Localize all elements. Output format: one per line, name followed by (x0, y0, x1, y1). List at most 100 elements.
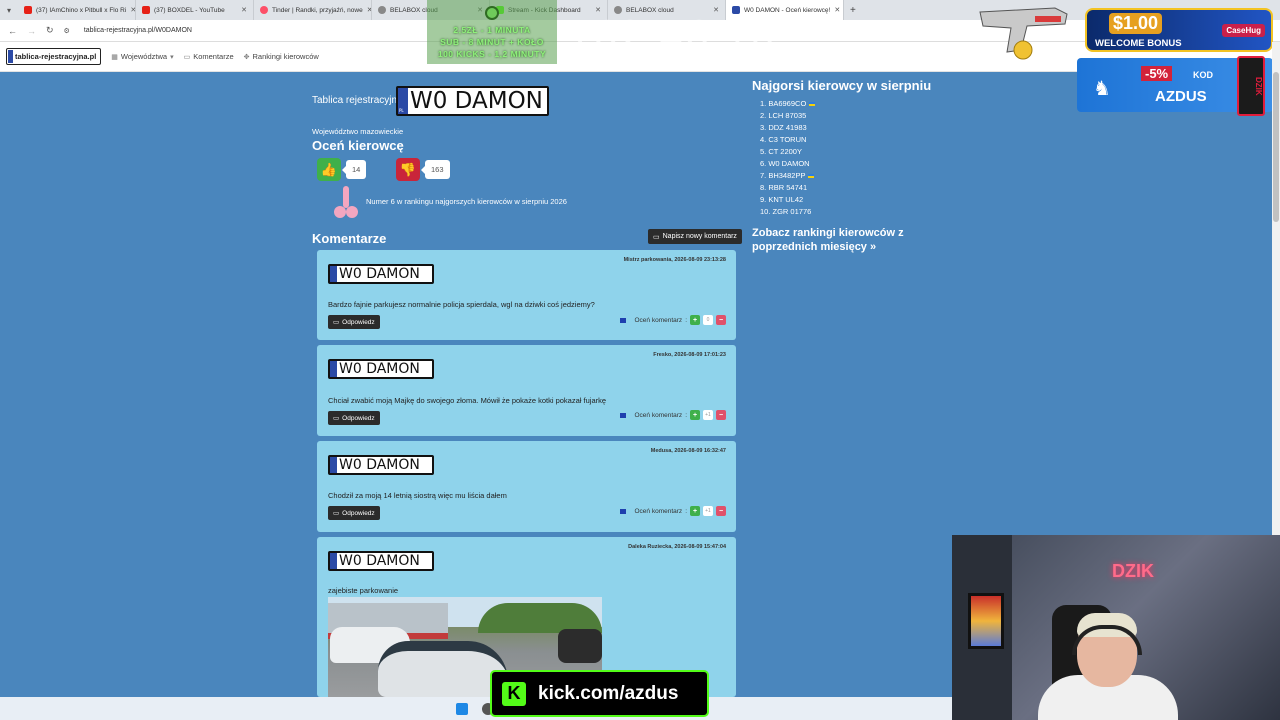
driver-label: 7. BH3482PP (760, 171, 806, 180)
upvote-button[interactable]: + (690, 410, 700, 420)
windows-start-icon[interactable] (456, 702, 468, 715)
reply-icon: ▭ (333, 510, 340, 517)
thumbs-up-button[interactable]: 👍 (317, 158, 341, 181)
plate-text: W0 DAMON (339, 553, 420, 569)
youtube-icon (142, 6, 150, 14)
welcome-bonus-banner[interactable]: $1.00 WELCOME BONUS CaseHug (1085, 8, 1273, 52)
upvote-button[interactable]: + (690, 315, 700, 325)
reply-button[interactable]: ▭ Odpowiedz (328, 411, 380, 425)
close-tab-icon[interactable]: ✕ (713, 6, 719, 14)
reply-icon: ▭ (333, 319, 340, 326)
rank-text: Numer 6 w rankingu najgorszych kierowców… (366, 197, 567, 206)
reload-icon[interactable]: ↻ (46, 25, 54, 36)
new-comment-label: Napisz nowy komentarz (662, 233, 737, 240)
bonus-amount: $1.00 (1109, 13, 1163, 34)
pl-badge: PL (399, 108, 404, 113)
list-item[interactable]: 3. DDZ 41983 (760, 122, 815, 134)
new-tab-icon[interactable]: + (844, 5, 862, 16)
reply-button[interactable]: ▭ Odpowiedz (328, 315, 380, 329)
plate-label: Tablica rejestracyjna (312, 95, 403, 106)
nav-label: Województwa (120, 52, 168, 61)
new-comment-button[interactable]: ▭ Napisz nowy komentarz (648, 229, 742, 244)
reply-icon: ▭ (333, 415, 340, 422)
browser-tab[interactable]: Tinder | Randki, przyjaźń, nowe ✕ (254, 0, 372, 20)
browser-tab[interactable]: (37) BOXDEL - YouTube ✕ (136, 0, 254, 20)
report-flag-icon[interactable] (619, 317, 626, 323)
downvote-button[interactable]: − (716, 506, 726, 516)
tab-search-icon[interactable]: ▾ (0, 6, 18, 15)
ranking-icon: ✥ (243, 53, 250, 61)
nav-comments[interactable]: ▭ Komentarze (184, 52, 234, 61)
site-logo[interactable]: tablica-rejestracyjna.pl (6, 48, 102, 65)
list-item[interactable]: 8. RBR 54741 (760, 182, 815, 194)
list-item[interactable]: 7. BH3482PP (760, 170, 815, 182)
nav-voivodeships[interactable]: ▦ Województwa ▾ (111, 52, 173, 61)
comment-plate: W0 DAMON (328, 551, 434, 571)
comment-rating: Oceń komentarz: + +1 − (619, 506, 726, 516)
plate-text: W0 DAMON (410, 88, 543, 114)
list-item[interactable]: 6. W0 DAMON (760, 158, 815, 170)
browser-tab[interactable]: (37) IAmChino x Pitbull x Flo Ri ✕ (18, 0, 136, 20)
list-item[interactable]: 4. C3 TORUN (760, 134, 815, 146)
forward-icon[interactable]: → (27, 26, 36, 36)
reply-button[interactable]: ▭ Odpowiedz (328, 506, 380, 520)
close-tab-icon[interactable]: ✕ (241, 6, 247, 14)
voivodeship: Województwo mazowieckie (312, 127, 404, 136)
site-favicon-icon (732, 6, 740, 14)
comment-card: Medusa, 2026-08-09 16:32:47 W0 DAMON Cho… (317, 441, 736, 532)
reply-label: Odpowiedz (342, 318, 375, 326)
close-tab-icon[interactable]: ✕ (595, 6, 601, 14)
list-item[interactable]: 10. ZGR 01776 (760, 206, 815, 218)
tab-title: (37) IAmChino x Pitbull x Flo Ri (36, 6, 127, 14)
driver-label: 6. W0 DAMON (760, 159, 810, 168)
promo-code-banner[interactable]: ♞ -5% KOD AZDUS DZIK (1077, 56, 1273, 116)
list-item[interactable]: 5. CT 2200Y (760, 146, 815, 158)
rate-comment-label: Oceń komentarz (634, 316, 683, 324)
previous-rankings-link[interactable]: Zobacz rankingi kierowców z poprzednich … (752, 226, 942, 254)
report-flag-icon[interactable] (619, 412, 626, 418)
report-flag-icon[interactable] (619, 508, 626, 514)
comment-text: Chodził za moją 14 letnią siostrą więc m… (328, 491, 507, 500)
ukraine-flag-icon (808, 174, 815, 178)
globe-icon (378, 6, 386, 14)
driver-label: 9. KNT UL42 (760, 195, 804, 204)
driver-label: 5. CT 2200Y (760, 147, 802, 156)
list-item[interactable]: 1. BA6969CO (760, 98, 816, 110)
colon: : (685, 507, 687, 515)
bonus-brand: CaseHug (1222, 24, 1265, 37)
downvote-button[interactable]: − (716, 410, 726, 420)
comment-score: 0 (703, 315, 713, 325)
comment-date: Fresko, 2026-08-09 17:01:23 (653, 352, 726, 358)
driver-label: 3. DDZ 41983 (760, 123, 807, 132)
header-plate: PL W0 DAMON (396, 86, 549, 116)
list-item[interactable]: 9. KNT UL42 (760, 194, 815, 206)
list-item[interactable]: 2. LCH 87035 (760, 110, 815, 122)
thumbs-down-icon: 👎 (399, 161, 417, 177)
site-info-icon[interactable]: ⚙ (64, 27, 70, 35)
comment-icon: ▭ (183, 53, 191, 61)
chevron-down-icon: ▾ (170, 53, 174, 61)
rank-icon (334, 186, 358, 218)
comment-plate: W0 DAMON (328, 455, 434, 475)
url-field[interactable]: tablica-rejestracyjna.pl/W0DAMON (84, 27, 192, 34)
promo-kod-label: KOD (1193, 70, 1213, 80)
nav-rankings[interactable]: ✥ Rankingi kierowców (244, 52, 319, 61)
driver-label: 2. LCH 87035 (760, 111, 807, 120)
kick-banner: K kick.com/azdus (490, 670, 709, 717)
kick-url: kick.com/azdus (538, 682, 679, 704)
close-tab-icon[interactable]: ✕ (834, 6, 840, 14)
comment-card: Mistrz parkowania, 2026-08-09 23:13:28 W… (317, 250, 736, 340)
thumbs-down-button[interactable]: 👎 (396, 158, 420, 181)
back-icon[interactable]: ← (8, 26, 17, 36)
comment-date: Daleka Ruziecka, 2026-08-09 15:47:04 (628, 544, 726, 550)
driver-label: 10. ZGR 01776 (760, 207, 812, 216)
taskbar (0, 697, 952, 720)
likes-count: 14 (341, 160, 367, 179)
scrollbar-thumb[interactable] (1273, 72, 1279, 222)
downvote-button[interactable]: − (716, 315, 726, 325)
reply-label: Odpowiedz (342, 414, 375, 422)
comments-title: Komentarze (312, 231, 387, 246)
upvote-button[interactable]: + (690, 506, 700, 516)
stream-timer: 162:46:10 (567, 14, 776, 59)
plate-text: W0 DAMON (339, 266, 420, 282)
